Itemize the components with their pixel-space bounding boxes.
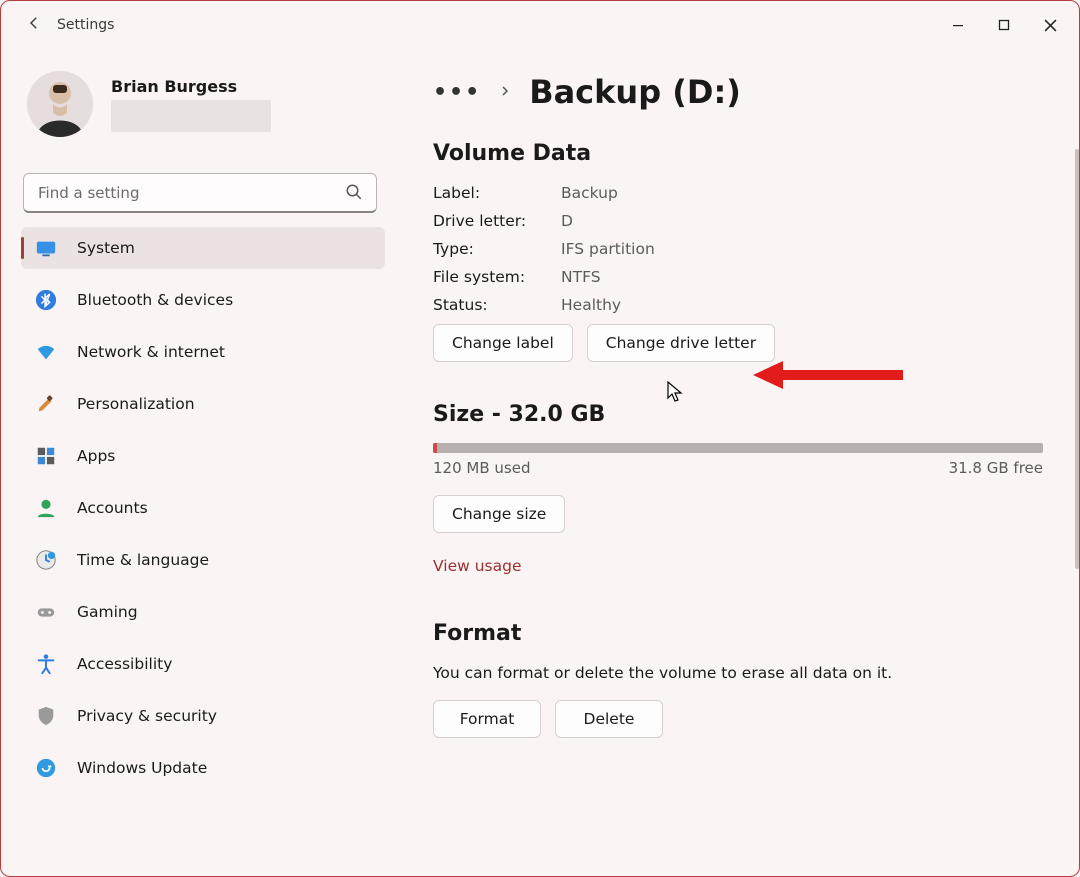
scrollbar[interactable] <box>1075 149 1079 569</box>
sidebar-item-gaming[interactable]: Gaming <box>21 591 385 633</box>
settings-sidebar: Brian Burgess System Bluetooth & devices… <box>1 49 393 876</box>
sidebar-item-time[interactable]: Time & language <box>21 539 385 581</box>
user-detail-redacted <box>111 100 271 132</box>
breadcrumb: ••• Backup (D:) <box>433 73 1043 111</box>
sidebar-item-label: Accessibility <box>77 655 172 673</box>
status-key: Status: <box>433 296 561 314</box>
sidebar-item-label: Gaming <box>77 603 138 621</box>
chevron-right-icon <box>499 83 511 101</box>
volume-data-section: Volume Data Label:Backup Drive letter:D … <box>433 141 1043 362</box>
storage-used-label: 120 MB used <box>433 459 530 477</box>
shield-icon <box>35 705 57 727</box>
storage-free-label: 31.8 GB free <box>949 459 1043 477</box>
page-title: Backup (D:) <box>529 73 741 111</box>
size-section: Size - 32.0 GB 120 MB used 31.8 GB free … <box>433 402 1043 575</box>
cursor-icon <box>667 381 685 403</box>
sidebar-item-label: Apps <box>77 447 115 465</box>
app-title: Settings <box>57 17 114 33</box>
system-icon <box>35 237 57 259</box>
main-content: ••• Backup (D:) Volume Data Label:Backup… <box>393 49 1079 876</box>
type-value: IFS partition <box>561 240 655 258</box>
delete-button[interactable]: Delete <box>555 700 663 738</box>
avatar-image <box>27 71 93 137</box>
type-key: Type: <box>433 240 561 258</box>
titlebar: Settings <box>1 1 1079 49</box>
filesystem-key: File system: <box>433 268 561 286</box>
sidebar-item-accounts[interactable]: Accounts <box>21 487 385 529</box>
wifi-icon <box>35 341 57 363</box>
sidebar-item-update[interactable]: Windows Update <box>21 747 385 789</box>
sidebar-item-label: Personalization <box>77 395 195 413</box>
sidebar-item-network[interactable]: Network & internet <box>21 331 385 373</box>
arrow-left-icon <box>25 14 43 32</box>
sidebar-item-label: Privacy & security <box>77 707 217 725</box>
breadcrumb-overflow-button[interactable]: ••• <box>433 80 481 105</box>
size-heading: Size - 32.0 GB <box>433 402 1043 427</box>
close-icon <box>1044 19 1057 32</box>
sidebar-item-label: Windows Update <box>77 759 207 777</box>
sidebar-item-label: System <box>77 239 135 257</box>
window-close-button[interactable] <box>1027 7 1073 43</box>
sidebar-item-label: Network & internet <box>77 343 225 361</box>
sidebar-item-personalization[interactable]: Personalization <box>21 383 385 425</box>
settings-search <box>23 173 377 213</box>
status-value: Healthy <box>561 296 621 314</box>
format-description: You can format or delete the volume to e… <box>433 664 1043 682</box>
change-label-button[interactable]: Change label <box>433 324 573 362</box>
view-usage-link[interactable]: View usage <box>433 557 521 575</box>
change-drive-letter-button[interactable]: Change drive letter <box>587 324 775 362</box>
sidebar-item-privacy[interactable]: Privacy & security <box>21 695 385 737</box>
window-maximize-button[interactable] <box>981 7 1027 43</box>
update-icon <box>35 757 57 779</box>
user-block[interactable]: Brian Burgess <box>1 67 393 153</box>
format-section: Format You can format or delete the volu… <box>433 621 1043 738</box>
paintbrush-icon <box>35 393 57 415</box>
bluetooth-icon <box>35 289 57 311</box>
window-minimize-button[interactable] <box>935 7 981 43</box>
format-heading: Format <box>433 621 1043 646</box>
format-button[interactable]: Format <box>433 700 541 738</box>
drive-letter-key: Drive letter: <box>433 212 561 230</box>
gamepad-icon <box>35 601 57 623</box>
maximize-icon <box>998 19 1010 31</box>
sidebar-item-accessibility[interactable]: Accessibility <box>21 643 385 685</box>
avatar <box>27 71 93 137</box>
search-input[interactable] <box>23 173 377 213</box>
back-button[interactable] <box>19 14 49 37</box>
sidebar-item-apps[interactable]: Apps <box>21 435 385 477</box>
storage-usage-fill <box>433 443 437 453</box>
clock-globe-icon <box>35 549 57 571</box>
search-icon <box>345 183 363 205</box>
label-key: Label: <box>433 184 561 202</box>
volume-data-heading: Volume Data <box>433 141 1043 166</box>
sidebar-item-label: Accounts <box>77 499 148 517</box>
apps-icon <box>35 445 57 467</box>
drive-letter-value: D <box>561 212 573 230</box>
label-value: Backup <box>561 184 618 202</box>
person-icon <box>35 497 57 519</box>
user-name: Brian Burgess <box>111 77 271 96</box>
storage-usage-bar <box>433 443 1043 453</box>
change-size-button[interactable]: Change size <box>433 495 565 533</box>
filesystem-value: NTFS <box>561 268 601 286</box>
sidebar-item-label: Bluetooth & devices <box>77 291 233 309</box>
sidebar-item-bluetooth[interactable]: Bluetooth & devices <box>21 279 385 321</box>
sidebar-item-label: Time & language <box>77 551 209 569</box>
sidebar-item-system[interactable]: System <box>21 227 385 269</box>
minimize-icon <box>952 19 964 31</box>
settings-nav: System Bluetooth & devices Network & int… <box>1 227 393 789</box>
accessibility-icon <box>35 653 57 675</box>
